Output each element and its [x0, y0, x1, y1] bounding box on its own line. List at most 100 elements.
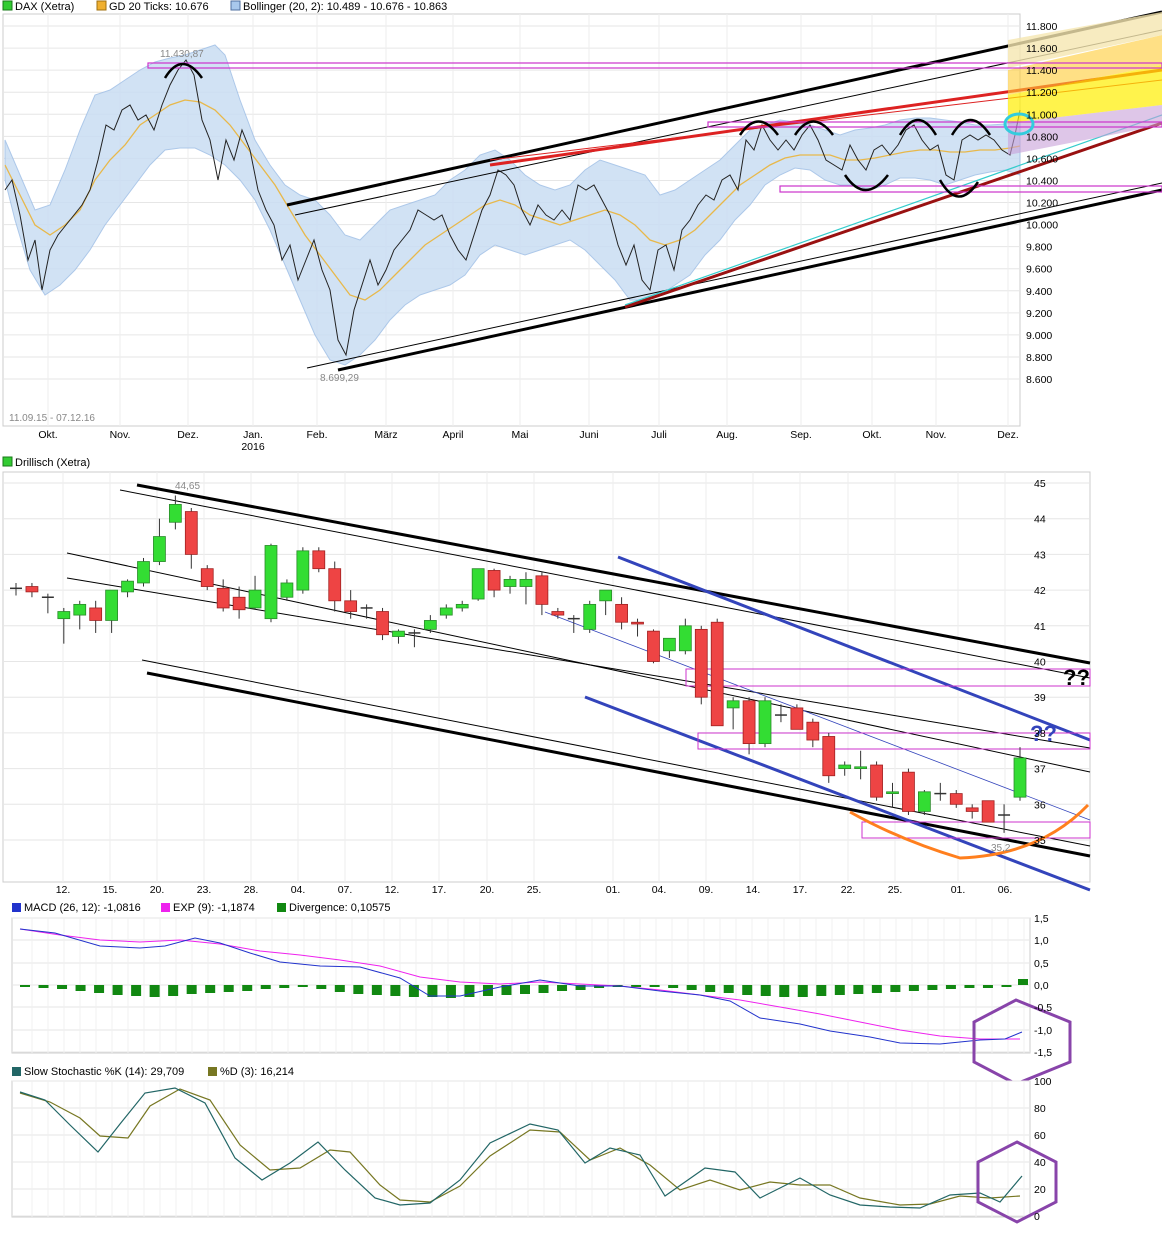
drill-x-tick: 20. — [480, 884, 495, 896]
dax-y-tick: 10.400 — [1026, 175, 1058, 187]
macd-bar — [779, 985, 790, 997]
dax-y-tick: 9.200 — [1026, 308, 1052, 320]
candle-body — [758, 700, 772, 745]
candle-body — [1013, 757, 1027, 798]
candle-body — [551, 611, 565, 616]
macd-bar — [890, 985, 901, 992]
candle-body — [376, 611, 389, 636]
stoch-plot-area — [11, 1080, 1031, 1218]
macd-bar — [242, 985, 253, 991]
candle-body — [854, 766, 868, 770]
stoch-y-tick: 60 — [1034, 1130, 1046, 1142]
legend-swatch-drillisch — [2, 456, 13, 467]
candle-body — [105, 589, 118, 621]
drill-low-label: 35,2 — [991, 843, 1011, 854]
macd-y-tick: 0,5 — [1034, 958, 1049, 970]
legend-swatch-dax — [2, 0, 13, 11]
legend-exp: EXP (9): -1,1874 — [173, 902, 255, 914]
macd-bar — [390, 985, 401, 996]
macd-bar — [205, 985, 216, 993]
candle-body — [184, 511, 198, 555]
macd-bar — [112, 985, 123, 995]
candle-body — [918, 791, 931, 812]
legend-gd20: GD 20 Ticks: 10.676 — [109, 1, 209, 13]
macd-bar — [705, 985, 716, 992]
macd-bar — [723, 985, 734, 993]
candle-body — [949, 793, 963, 805]
macd-bar — [353, 985, 364, 994]
drill-x-tick: 17. — [793, 884, 808, 896]
macd-bar — [223, 985, 234, 992]
legend-divergence: Divergence: 0,10575 — [289, 902, 391, 914]
dax-x-tick: März — [374, 429, 397, 441]
legend-swatch-exp — [161, 903, 170, 912]
macd-y-tick: -1,0 — [1034, 1025, 1052, 1037]
candle-body — [423, 620, 437, 630]
candle-body — [710, 621, 724, 727]
dax-y-tick: 11.800 — [1026, 21, 1057, 33]
macd-bar — [871, 985, 882, 993]
candle-body — [599, 589, 613, 602]
candle-body — [870, 764, 883, 798]
macd-bar — [908, 985, 919, 991]
candle-body — [647, 630, 660, 662]
dax-x-tick: Sep. — [790, 429, 812, 441]
dax-y-axis: 11.800 11.600 11.400 11.200 11.000 10.800 10.6… — [1026, 21, 1058, 386]
candle-body — [25, 586, 39, 593]
dax-x-tick: Jan. — [243, 429, 263, 441]
macd-bar — [686, 985, 697, 990]
candle-body — [216, 587, 230, 609]
dax-panel: DAX (Xetra) GD 20 Ticks: 10.676 Bollinge… — [2, 0, 1162, 453]
macd-y-tick: 1,0 — [1034, 935, 1049, 947]
macd-bar — [316, 985, 327, 989]
candle-body — [200, 568, 214, 587]
candle-body — [694, 628, 708, 698]
dax-y-tick: 9.800 — [1026, 242, 1052, 254]
candle-body — [280, 582, 294, 598]
dax-x-tick: Nov. — [926, 429, 947, 441]
macd-panel: MACD (26, 12): -1,0816 EXP (9): -1,1874 … — [11, 902, 1072, 1086]
drill-x-tick: 07. — [338, 884, 353, 896]
drill-y-tick: 37 — [1034, 764, 1046, 776]
drill-x-tick: 15. — [103, 884, 118, 896]
candle-body — [264, 545, 278, 620]
dax-y-tick: 11.200 — [1026, 87, 1057, 99]
macd-bar — [75, 985, 86, 991]
drill-x-tick: 06. — [998, 884, 1013, 896]
drill-y-tick: 40 — [1034, 657, 1046, 669]
candle-body — [678, 625, 692, 652]
macd-bar — [168, 985, 179, 996]
macd-bar — [797, 985, 808, 997]
candle-body — [248, 589, 262, 609]
candle-body — [742, 700, 756, 745]
macd-bar — [945, 985, 956, 989]
candle-body — [965, 807, 979, 812]
stoch-y-tick: 40 — [1034, 1157, 1046, 1169]
candle-body — [615, 603, 628, 623]
drill-x-tick: 09. — [699, 884, 714, 896]
drill-y-tick: 36 — [1034, 799, 1046, 811]
candle-body — [822, 736, 836, 777]
macd-bar — [260, 985, 271, 989]
chart-stage: DAX (Xetra) GD 20 Ticks: 10.676 Bollinge… — [0, 0, 1162, 1230]
macd-bar — [742, 985, 753, 995]
drill-y-tick: 41 — [1034, 621, 1046, 633]
macd-bar — [371, 985, 382, 995]
drill-x-tick: 01. — [951, 884, 966, 896]
legend-macd: MACD (26, 12): -1,0816 — [24, 902, 141, 914]
macd-bar — [186, 985, 197, 994]
drill-x-tick: 12. — [56, 884, 71, 896]
macd-y-tick: 0,0 — [1034, 980, 1049, 992]
drill-y-tick: 44 — [1034, 514, 1046, 526]
drill-x-tick: 22. — [841, 884, 856, 896]
dax-y-tick: 9.600 — [1026, 264, 1052, 276]
dax-x-tick: Juni — [579, 429, 598, 441]
drill-y-tick: 35 — [1034, 835, 1046, 847]
candle-body — [57, 611, 71, 620]
stoch-y-tick: 20 — [1034, 1184, 1046, 1196]
legend-dax: DAX (Xetra) — [15, 1, 74, 13]
dax-y-tick: 11.600 — [1026, 43, 1057, 55]
legend-swatch-divergence — [277, 903, 286, 912]
macd-bar — [834, 985, 845, 995]
candle-body — [503, 578, 517, 587]
